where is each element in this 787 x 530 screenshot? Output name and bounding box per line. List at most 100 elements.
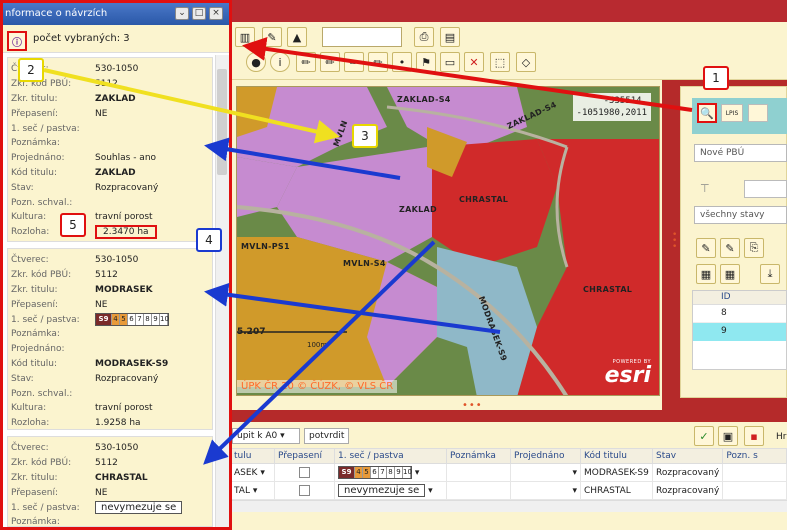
box-icon[interactable]: ▭ (440, 52, 460, 72)
restore-button[interactable]: □ (192, 7, 206, 20)
cell-kod[interactable]: CHRASTAL (580, 481, 653, 500)
export-icon[interactable]: ⤓ (760, 264, 780, 284)
col-header[interactable]: 1. seč / pastva (334, 448, 447, 464)
eraser-icon[interactable]: ◇ (516, 52, 536, 72)
cell-kod[interactable]: MODRASEK-S9 (580, 463, 653, 482)
grid-header: ID (693, 291, 786, 305)
info-icon[interactable]: i (270, 52, 290, 72)
map-frame: ZAKLAD-S4 ZAKLAD-S4 ZAKLAD CHRASTAL MVLN… (232, 80, 662, 410)
cell-prepaseni[interactable] (274, 463, 335, 482)
table-header-row: tulu Přepasení 1. seč / pastva Poznámka … (230, 448, 787, 464)
point-icon[interactable]: • (392, 52, 412, 72)
field-label: Čtverec: (11, 443, 49, 454)
col-header[interactable]: Přepasení (274, 448, 335, 464)
grid-row-selected[interactable]: 9 (693, 323, 786, 341)
copy-icon[interactable]: ⎘ (744, 238, 764, 258)
field-label: Stav: (11, 182, 34, 193)
prepaseni-checkbox[interactable] (299, 485, 310, 496)
col-header[interactable]: Kód titulu (580, 448, 653, 464)
save-icon[interactable]: ▣ (718, 426, 738, 446)
cell-projednano[interactable]: ▾ (510, 481, 581, 500)
table-row[interactable]: TAL ▾ nevymezuje se ▾ ▾ CHRASTAL Rozprac… (230, 481, 787, 500)
document-icon[interactable] (748, 104, 768, 122)
edit-icon[interactable]: ✎ (262, 27, 282, 47)
scroll-thumb[interactable] (217, 69, 227, 175)
filter-icon[interactable]: ⊤ (700, 182, 710, 195)
vertical-resize-handle[interactable]: • • • (672, 231, 677, 252)
prepaseni-checkbox[interactable] (299, 467, 310, 478)
flag-icon[interactable]: ⚑ (416, 52, 436, 72)
field-label: Zkr. kód PBÚ: (11, 270, 72, 281)
folder-icon[interactable]: ▤ (440, 27, 460, 47)
edit-pencil-icon[interactable]: ✎ (696, 238, 716, 258)
pencil-icon[interactable]: ✏ (296, 52, 316, 72)
sec-value[interactable]: nevymezuje se (338, 484, 426, 497)
col-header[interactable]: Stav (651, 448, 724, 464)
info-icon[interactable]: ⓘ (7, 31, 27, 51)
grid-row[interactable]: 8 (693, 305, 786, 323)
col-header[interactable]: tulu (230, 448, 275, 464)
cell-sec[interactable]: S9 4 5 6 7 8 9 10 ▾ (334, 463, 447, 482)
table-row[interactable]: ASEK ▾ S9 4 5 6 7 8 9 10 ▾ ▾ MODRASEK-S9 Rozpra… (230, 463, 787, 482)
cell-pozn[interactable] (722, 463, 787, 482)
field-label: Zkr. titulu: (11, 93, 58, 104)
cell-poznamka[interactable] (446, 463, 511, 482)
lpis-button[interactable]: LPIS (721, 104, 743, 122)
col-header[interactable]: Pozn. s (722, 448, 787, 464)
map-view[interactable]: ZAKLAD-S4 ZAKLAD-S4 ZAKLAD CHRASTAL MVLN… (236, 86, 660, 396)
cell-poznamka[interactable] (446, 481, 511, 500)
remove-icon[interactable]: ▪ (744, 426, 764, 446)
resize-handle[interactable]: ••• (462, 400, 483, 411)
sec-scale: S9 4 5 6 7 8 9 10 (95, 313, 169, 327)
sec-scale[interactable]: S9 4 5 6 7 8 9 10 (338, 466, 412, 479)
record-card: Čtverec:530-1050 Zkr. kód PBÚ:5112 Zkr. … (7, 57, 213, 242)
columns-icon[interactable]: ▥ (235, 27, 255, 47)
delete-icon[interactable]: ✕ (464, 52, 484, 72)
cell-projednano[interactable]: ▾ (510, 463, 581, 482)
cell-pozn[interactable] (722, 481, 787, 500)
select-icon[interactable]: ⬚ (490, 52, 510, 72)
print-icon[interactable]: ⎙ (414, 27, 434, 47)
record-card: Čtverec:530-1050 Zkr. kód PBÚ:5112 Zkr. … (7, 436, 213, 527)
toolbar-input[interactable] (322, 27, 402, 47)
globe-icon[interactable]: ● (246, 52, 266, 72)
pencil2-icon[interactable]: ✏ (320, 52, 340, 72)
callout-5: 5 (60, 213, 86, 237)
map-label: MVLN-S4 (343, 259, 386, 268)
new-pbu-select[interactable]: Nové PBÚ (694, 144, 787, 162)
close-button[interactable]: × (209, 7, 223, 20)
check-icon[interactable]: ✓ (694, 426, 714, 446)
map-copyright: ÚPK ČR 20 © ČÚZK, © VLS ČR (237, 380, 398, 393)
states-select[interactable]: všechny stavy (694, 206, 787, 224)
col-header[interactable]: Poznámka (446, 448, 511, 464)
scale-5: 5 (363, 467, 371, 478)
cell-sec[interactable]: nevymezuje se ▾ (334, 481, 447, 500)
scale-10: 10 (160, 314, 169, 326)
map-scale-value: 5.207 (237, 327, 266, 337)
scale-4: 4 (355, 467, 363, 478)
callout-3: 3 (352, 124, 378, 148)
print-select[interactable]: upit k A0 ▾ (232, 428, 300, 444)
pencil4-icon[interactable]: ✏ (368, 52, 388, 72)
map-label: ZAKLAD-S4 (397, 95, 451, 104)
cell-stav[interactable]: Rozpracovaný (651, 481, 724, 500)
pencil3-icon[interactable]: ✏ (344, 52, 364, 72)
filter-input[interactable] (744, 180, 787, 198)
cell-stav[interactable]: Rozpracovaný (651, 463, 724, 482)
cell-prepaseni[interactable] (274, 481, 335, 500)
col-header[interactable]: Projednáno (510, 448, 581, 464)
horizontal-scrollbar[interactable] (232, 500, 787, 512)
attribute-table: tulu Přepasení 1. seč / pastva Poznámka … (230, 448, 787, 500)
edit-pencil2-icon[interactable]: ✎ (720, 238, 740, 258)
identify-icon[interactable]: 🔍 (697, 103, 717, 123)
cell-title[interactable]: TAL ▾ (230, 481, 275, 500)
layer-icon[interactable]: ▲ (287, 27, 307, 47)
selected-count: počet vybraných: 3 (3, 25, 229, 53)
collapse-button[interactable]: ⌄ (175, 7, 189, 20)
confirm-button[interactable]: potvrdit (304, 428, 350, 444)
table-icon[interactable]: ▦ (696, 264, 716, 284)
print-select-value: upit k A0 (237, 431, 278, 441)
table2-icon[interactable]: ▦ (720, 264, 740, 284)
scale-8: 8 (144, 314, 152, 326)
cell-title[interactable]: ASEK ▾ (230, 463, 275, 482)
